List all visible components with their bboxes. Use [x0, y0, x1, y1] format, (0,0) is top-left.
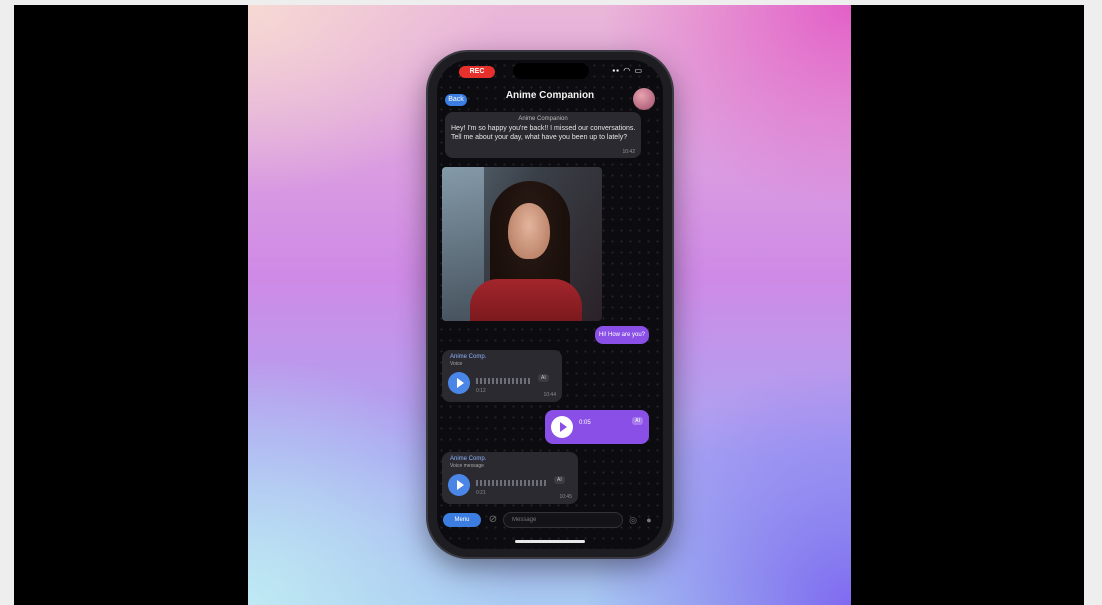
message-input[interactable]: [503, 512, 623, 528]
photo-subject-shirt: [470, 279, 582, 321]
waveform: [476, 378, 532, 384]
phone-mockup: REC ▪▪ ◠ ▭ Back Anime Companion Anime Co…: [428, 52, 672, 557]
home-indicator[interactable]: [515, 540, 585, 543]
play-icon[interactable]: [448, 372, 470, 394]
incoming-voice-message[interactable]: Anime Comp. Voice message AI 0:21 10:45: [442, 452, 578, 504]
incoming-text-message[interactable]: Anime Companion Hey! I'm so happy you're…: [445, 112, 641, 158]
ai-badge: AI: [554, 476, 565, 484]
message-time: 10:42: [622, 149, 635, 155]
voice-time: 10:44: [543, 392, 556, 398]
play-icon[interactable]: [551, 416, 573, 438]
incoming-voice-message[interactable]: Anime Comp. Voice AI 0:12 10:44: [442, 350, 562, 402]
status-bar: REC ▪▪ ◠ ▭: [437, 60, 663, 82]
voice-duration: 0:12: [476, 388, 486, 394]
sticker-icon[interactable]: ◎: [627, 513, 639, 527]
ai-badge: AI: [632, 417, 643, 425]
status-icons: ▪▪ ◠ ▭: [612, 66, 643, 75]
recording-indicator: REC: [459, 66, 495, 78]
message-text: Hey! I'm so happy you're back!! I missed…: [451, 125, 636, 141]
voice-subtitle: Voice: [450, 361, 463, 367]
play-icon[interactable]: [448, 474, 470, 496]
voice-duration: 0:05: [579, 420, 591, 426]
voice-time: 10:45: [559, 494, 572, 500]
dynamic-island: [513, 63, 589, 79]
photo-subject-face: [508, 203, 550, 259]
avatar[interactable]: [633, 88, 655, 110]
waveform: [476, 480, 546, 486]
chat-header: Back Anime Companion: [437, 84, 663, 114]
paperclip-icon[interactable]: ⊘: [487, 513, 499, 527]
back-button[interactable]: Back: [445, 94, 467, 106]
outgoing-voice-message[interactable]: 0:05 AI: [545, 410, 649, 444]
voice-sender: Anime Comp.: [450, 456, 487, 462]
voice-subtitle: Voice message: [450, 463, 484, 469]
microphone-icon[interactable]: ●: [643, 513, 655, 527]
message-composer: Menu ⊘ ◎ ●: [437, 508, 663, 532]
chat-title[interactable]: Anime Companion: [477, 90, 623, 101]
voice-duration: 0:21: [476, 490, 486, 496]
photo-message[interactable]: [442, 167, 602, 321]
message-sender: Anime Companion: [518, 116, 568, 122]
phone-screen: REC ▪▪ ◠ ▭ Back Anime Companion Anime Co…: [437, 60, 663, 549]
menu-button[interactable]: Menu: [443, 513, 481, 527]
voice-sender: Anime Comp.: [450, 354, 487, 360]
outgoing-text-message[interactable]: Hi! How are you?: [595, 326, 649, 344]
ai-badge: AI: [538, 374, 549, 382]
